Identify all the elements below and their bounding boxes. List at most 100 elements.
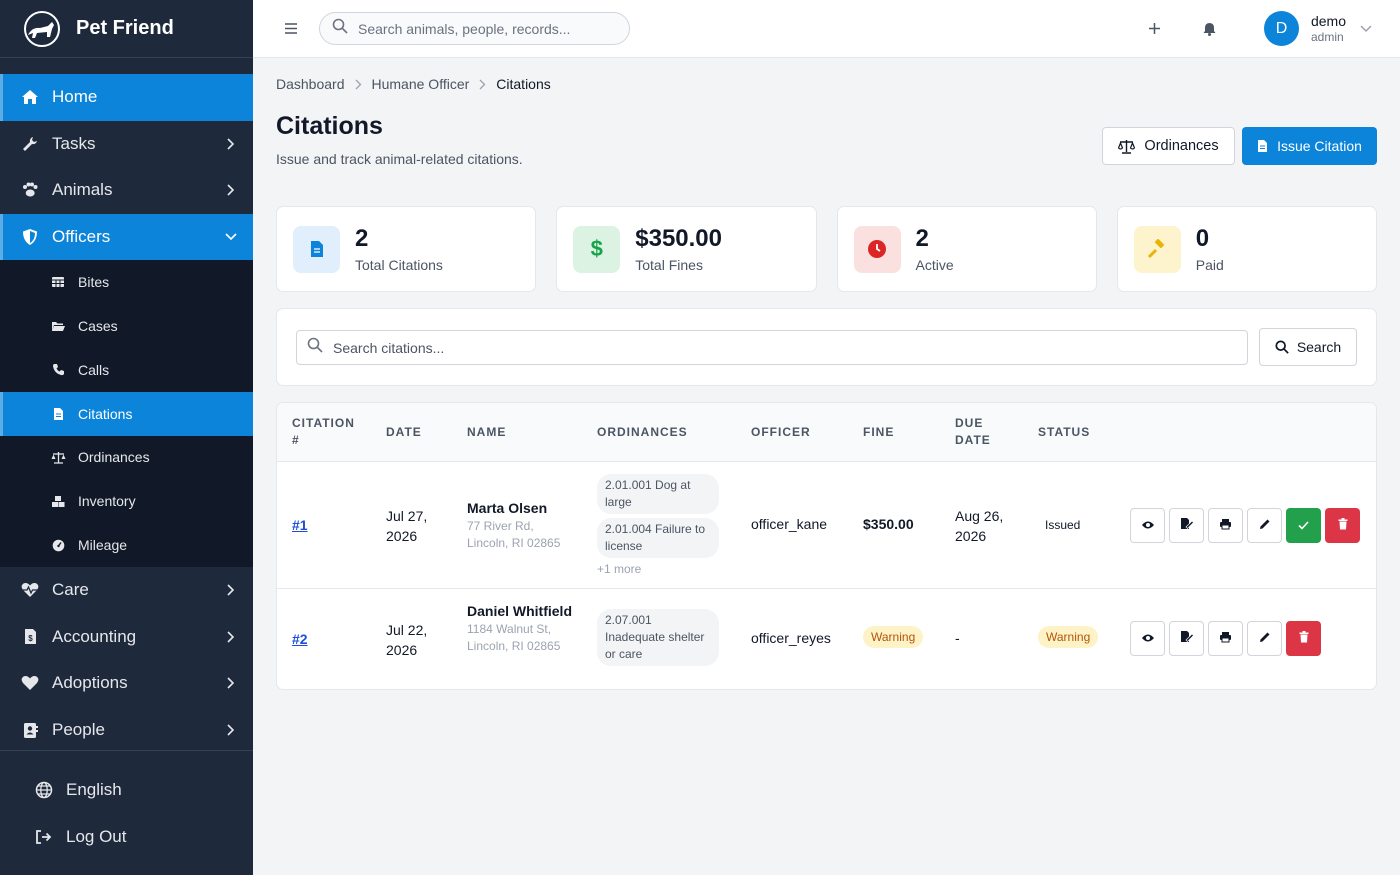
breadcrumb-humane-officer[interactable]: Humane Officer — [372, 76, 470, 92]
sign-button[interactable] — [1169, 508, 1204, 543]
sidebar-item-animals[interactable]: Animals — [0, 167, 253, 214]
sidebar-item-bites[interactable]: Bites — [0, 260, 253, 304]
sidebar-item-tasks[interactable]: Tasks — [0, 121, 253, 168]
sidebar-item-label: Officers — [52, 227, 111, 247]
chevron-right-icon — [225, 184, 237, 197]
person-name[interactable]: Daniel Whitfield — [467, 601, 577, 621]
chevron-right-icon — [225, 677, 237, 690]
status-badge: Issued — [1045, 518, 1081, 532]
brand[interactable]: Pet Friend — [0, 0, 253, 58]
sidebar-item-calls[interactable]: Calls — [0, 348, 253, 392]
issue-citation-button[interactable]: Issue Citation — [1242, 127, 1377, 165]
officer-name: officer_reyes — [751, 630, 831, 646]
ordinance-list: 2.07.001 Inadequate shelter or care — [597, 609, 719, 670]
citation-person: Marta Olsen 77 River Rd, Lincoln, RI 028… — [467, 498, 577, 552]
invoice-icon: $ — [20, 627, 40, 647]
boxes-icon — [50, 493, 66, 509]
citation-search — [296, 330, 1248, 365]
mark-paid-button[interactable] — [1286, 508, 1321, 543]
officers-submenu: Bites Cases Calls Citations Ordinances I… — [0, 260, 253, 567]
ordinance-list: 2.01.001 Dog at large 2.01.004 Failure t… — [597, 474, 719, 576]
shield-icon — [20, 227, 40, 247]
plus-icon[interactable] — [1144, 18, 1166, 40]
breadcrumb-dashboard[interactable]: Dashboard — [276, 76, 345, 92]
search-button[interactable]: Search — [1259, 328, 1357, 366]
bell-icon[interactable] — [1199, 18, 1221, 40]
sidebar-item-label: Citations — [78, 405, 133, 422]
eye-icon — [1141, 630, 1155, 648]
sidebar-item-citations[interactable]: Citations — [0, 391, 253, 436]
chevron-down-icon — [225, 231, 237, 243]
sidebar-item-label: Adoptions — [52, 673, 128, 693]
heartbeat-icon — [20, 580, 40, 600]
col-status: STATUS — [1038, 425, 1091, 439]
sidebar-item-inventory[interactable]: Inventory — [0, 479, 253, 523]
logout-label: Log Out — [66, 826, 127, 846]
sidebar-bottom: English Log Out — [0, 750, 253, 860]
pencil-icon — [1259, 630, 1271, 648]
user-role: admin — [1310, 29, 1344, 44]
stat-card-total-citations: 2 Total Citations — [276, 206, 537, 292]
delete-button[interactable] — [1286, 621, 1321, 656]
chevron-down-icon[interactable] — [1360, 20, 1372, 38]
sidebar-item-officers[interactable]: Officers — [0, 213, 253, 261]
user-menu[interactable]: demo admin — [1311, 13, 1346, 44]
menu-toggle-icon[interactable] — [281, 19, 301, 39]
edit-button[interactable] — [1247, 621, 1282, 656]
ordinance-more[interactable]: +1 more — [597, 562, 719, 576]
citation-link[interactable]: #2 — [292, 631, 308, 647]
topbar: D demo admin — [253, 0, 1400, 58]
sidebar-item-home[interactable]: Home — [0, 74, 253, 121]
sidebar-item-accounting[interactable]: $ Accounting — [0, 614, 253, 661]
language-label: English — [66, 780, 122, 800]
ordinances-button[interactable]: Ordinances — [1102, 127, 1235, 165]
sidebar-item-label: Home — [52, 87, 98, 107]
wrench-icon — [20, 134, 40, 154]
person-address: 1184 Walnut St, Lincoln, RI 02865 — [467, 622, 561, 653]
search-icon — [307, 337, 323, 358]
language-selector[interactable]: English — [0, 767, 253, 814]
sidebar-item-cases[interactable]: Cases — [0, 304, 253, 348]
row-actions — [1130, 508, 1360, 543]
delete-button[interactable] — [1325, 508, 1360, 543]
stat-label: Total Fines — [635, 257, 703, 274]
sidebar-item-care[interactable]: Care — [0, 567, 253, 614]
page-title: Citations — [276, 112, 383, 140]
col-ordinances: ORDINANCES — [597, 425, 688, 439]
view-button[interactable] — [1130, 621, 1165, 656]
citations-table: CITATION # DATE NAME ORDINANCES OFFICER … — [276, 402, 1377, 690]
chevron-right-icon — [225, 631, 237, 643]
print-button[interactable] — [1208, 508, 1243, 543]
scale-icon — [1118, 139, 1136, 154]
citation-link[interactable]: #1 — [292, 517, 308, 533]
sidebar-item-ordinances[interactable]: Ordinances — [0, 436, 253, 480]
print-button[interactable] — [1208, 621, 1243, 656]
stats-row: 2 Total Citations $ $350.00 Total Fines … — [276, 206, 1377, 292]
table-row: #1 Jul 27, 2026 Marta Olsen 77 River Rd,… — [277, 462, 1376, 589]
sidebar-item-label: Inventory — [78, 493, 136, 510]
chevron-right-icon — [479, 79, 486, 90]
fine-warning-badge: Warning — [863, 626, 924, 648]
citation-date: Jul 22, 2026 — [386, 622, 428, 658]
sidebar-item-people[interactable]: People — [0, 707, 253, 754]
stat-value: 2 — [355, 224, 369, 252]
citation-search-input[interactable] — [333, 339, 1233, 356]
global-search-input[interactable] — [358, 20, 608, 37]
edit-button[interactable] — [1247, 508, 1282, 543]
sign-button[interactable] — [1169, 621, 1204, 656]
citation-person: Daniel Whitfield 1184 Walnut St, Lincoln… — [467, 601, 577, 655]
search-button-label: Search — [1296, 339, 1342, 355]
print-icon — [1219, 630, 1232, 648]
col-officer: OFFICER — [751, 425, 811, 439]
col-name: NAME — [467, 425, 507, 439]
status-badge: Warning — [1038, 626, 1099, 648]
sidebar-item-mileage[interactable]: Mileage — [0, 523, 253, 567]
logout-button[interactable]: Log Out — [0, 814, 253, 861]
citation-date: Jul 27, 2026 — [386, 508, 428, 544]
avatar[interactable]: D — [1263, 11, 1299, 46]
home-icon — [20, 87, 40, 107]
sidebar-item-adoptions[interactable]: Adoptions — [0, 660, 253, 707]
scale-icon — [50, 449, 66, 465]
person-name[interactable]: Marta Olsen — [467, 498, 577, 518]
view-button[interactable] — [1130, 508, 1165, 543]
